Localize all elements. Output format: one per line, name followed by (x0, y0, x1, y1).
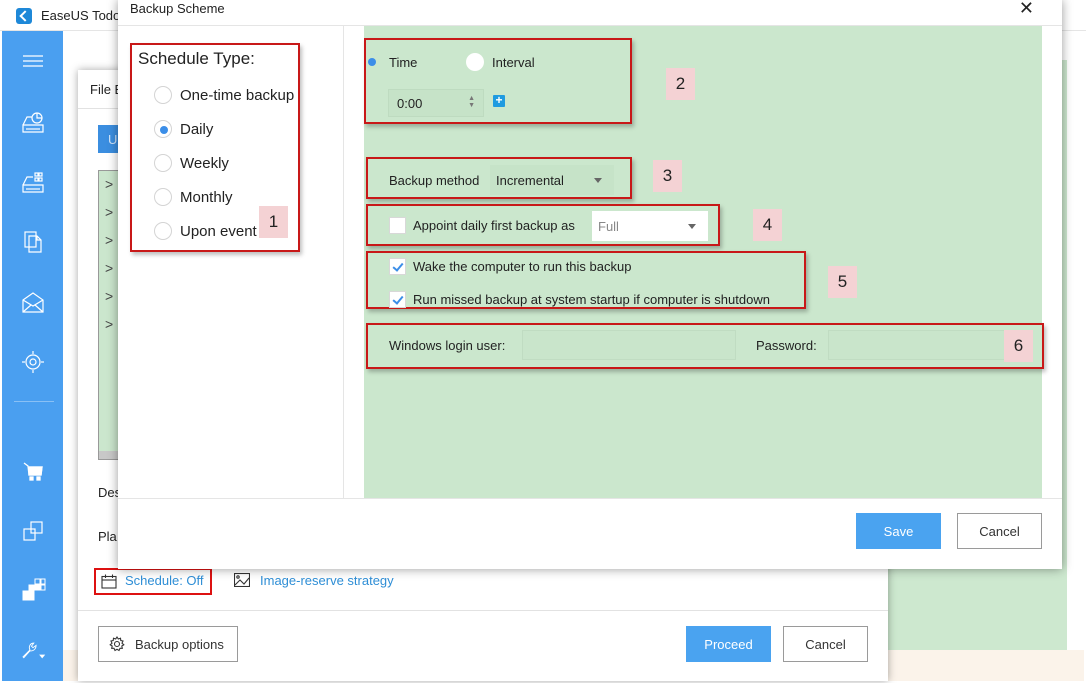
close-icon[interactable]: ✕ (1019, 0, 1034, 19)
cart-icon[interactable] (20, 458, 46, 484)
radio-button[interactable] (154, 154, 172, 172)
image-icon (234, 573, 250, 587)
appoint-value: Full (598, 219, 619, 234)
clone-icon[interactable] (20, 518, 46, 544)
disk-backup-icon[interactable] (20, 109, 46, 135)
file-dialog-cancel-button[interactable]: Cancel (783, 626, 868, 662)
app-title: EaseUS Todo (41, 8, 121, 23)
tree-expand-icon[interactable]: > (105, 204, 113, 220)
radio-weekly[interactable]: Weekly (154, 154, 229, 172)
annotation-number-3: 3 (653, 160, 682, 192)
wake-label: Wake the computer to run this backup (413, 259, 632, 274)
annotation-number-2: 2 (666, 68, 695, 100)
radio-button-selected[interactable] (363, 53, 381, 71)
tree-expand-icon[interactable]: > (105, 232, 113, 248)
radio-button[interactable] (154, 222, 172, 240)
radio-monthly[interactable]: Monthly (154, 188, 233, 206)
radio-label: Upon event (180, 222, 257, 240)
schedule-link-text[interactable]: Schedule: Off (125, 573, 204, 588)
time-input[interactable]: 0:00 ▲ ▼ (388, 89, 484, 117)
backup-scheme-dialog: Backup Scheme ✕ Schedule Type: One-time … (118, 0, 1062, 569)
radio-label: Time (389, 54, 418, 70)
system-backup-icon[interactable] (20, 169, 46, 195)
radio-label: Interval (492, 54, 535, 70)
divider (118, 498, 1062, 499)
radio-upon-event[interactable]: Upon event (154, 222, 257, 240)
radio-daily[interactable]: Daily (154, 120, 213, 138)
file-backup-icon[interactable] (20, 229, 46, 255)
sidebar-divider (14, 401, 54, 402)
annotation-number-6: 6 (1004, 330, 1033, 362)
run-missed-checkbox[interactable] (389, 291, 406, 308)
app-logo-icon (16, 8, 32, 24)
calendar-icon (101, 574, 117, 589)
radio-button-selected[interactable] (154, 120, 172, 138)
tree-expand-icon[interactable]: > (105, 176, 113, 192)
password-label: Password: (756, 338, 817, 353)
appoint-label: Appoint daily first backup as (413, 218, 575, 233)
radio-label: One-time backup (180, 86, 295, 104)
tree-expand-icon[interactable]: > (105, 260, 113, 276)
radio-time[interactable]: Time (363, 53, 417, 71)
annotation-number-5: 5 (828, 266, 857, 298)
chevron-down-icon (594, 178, 602, 183)
schedule-type-title: Schedule Type: (138, 49, 255, 68)
time-value: 0:00 (397, 96, 423, 111)
save-button[interactable]: Save (856, 513, 941, 549)
radio-label: Weekly (180, 154, 229, 172)
appoint-checkbox[interactable] (389, 217, 406, 234)
spinner-icon[interactable]: ▲ ▼ (468, 95, 475, 109)
backup-method-value: Incremental (496, 173, 564, 188)
cancel-button[interactable]: Cancel (957, 513, 1042, 549)
radio-interval[interactable]: Interval (466, 53, 535, 71)
menu-icon[interactable] (20, 49, 46, 75)
gear-icon (109, 636, 125, 652)
sidebar (2, 31, 63, 681)
wake-checkbox[interactable] (389, 258, 406, 275)
backup-method-label: Backup method (389, 173, 480, 188)
radio-button[interactable] (154, 188, 172, 206)
radio-label: Monthly (180, 188, 233, 206)
tools-grid-icon[interactable] (20, 576, 46, 602)
plan-label: Pla (98, 529, 117, 544)
tree-expand-icon[interactable]: > (105, 288, 113, 304)
annotation-number-4: 4 (753, 209, 782, 241)
divider (78, 610, 888, 611)
radio-button[interactable] (154, 86, 172, 104)
dialog-title: Backup Scheme (130, 1, 225, 16)
backup-method-dropdown[interactable]: Incremental (490, 165, 614, 195)
smart-backup-icon[interactable] (20, 349, 46, 375)
run-missed-label: Run missed backup at system startup if c… (413, 292, 770, 307)
annotation-number-1: 1 (259, 206, 288, 238)
image-reserve-link[interactable]: Image-reserve strategy (260, 573, 394, 588)
chevron-down-icon (688, 224, 696, 229)
appoint-dropdown[interactable]: Full (592, 211, 708, 241)
radio-one-time-backup[interactable]: One-time backup (154, 86, 294, 104)
add-time-button[interactable]: + (493, 94, 505, 107)
login-user-label: Windows login user: (389, 338, 506, 353)
radio-label: Daily (180, 120, 214, 138)
password-input[interactable] (828, 330, 1028, 360)
mail-backup-icon[interactable] (20, 289, 46, 315)
backup-options-label: Backup options (135, 636, 224, 652)
proceed-button[interactable]: Proceed (686, 626, 771, 662)
radio-button[interactable] (466, 53, 484, 71)
login-user-input[interactable] (522, 330, 736, 360)
schedule-link[interactable]: Schedule: Off (94, 568, 212, 595)
wrench-icon[interactable] (20, 637, 54, 663)
tree-expand-icon[interactable]: > (105, 316, 113, 332)
backup-options-button[interactable]: Backup options (98, 626, 238, 662)
